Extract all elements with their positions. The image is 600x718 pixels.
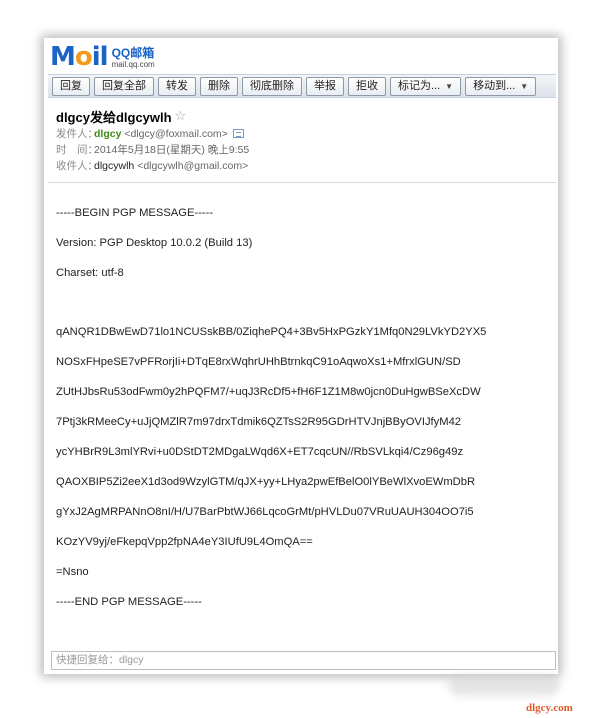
quick-reply-input[interactable]: 快捷回复给：dlgcy <box>51 651 556 670</box>
pgp-checksum-line: =Nsno <box>56 566 89 578</box>
delete-button[interactable]: 删除 <box>200 76 238 96</box>
pgp-charset-line: Charset: utf-8 <box>56 267 124 279</box>
reply-all-button[interactable]: 回复全部 <box>94 76 154 96</box>
reject-button[interactable]: 拒收 <box>348 76 386 96</box>
mail-body: -----BEGIN PGP MESSAGE----- Version: PGP… <box>56 198 556 617</box>
sender-name[interactable]: dlgcy <box>94 128 121 140</box>
pgp-data-line: ycYHBrR9L3mlYRvi+u0DStDT2MDgaLWqd6X+ET7c… <box>56 446 464 458</box>
pgp-data-line: qANQR1DBwEwD71lo1NCUSskBB/0ZiqhePQ4+3Bv5… <box>56 326 487 338</box>
mail-window: Moil QQ邮箱 mail.qq.com 回复 回复全部 转发 删除 彻底删除… <box>44 38 558 674</box>
move-to-label: 移动到... <box>473 79 516 92</box>
site-watermark: dlgcy.com <box>526 702 573 714</box>
star-icon[interactable]: ☆ <box>175 108 187 124</box>
recipient-row: 收件人：dlgcywlh <dlgcywlh@gmail.com> <box>56 158 552 174</box>
mark-as-dropdown[interactable]: 标记为... ▼ <box>390 76 462 96</box>
body-blank-line <box>56 288 556 317</box>
sender-label: 发件人： <box>56 128 98 140</box>
recipient-address: <dlgcywlh@gmail.com> <box>137 160 249 172</box>
sender-row: 发件人：dlgcy <dlgcy@foxmail.com> <box>56 126 552 142</box>
pgp-begin-line: -----BEGIN PGP MESSAGE----- <box>56 207 214 219</box>
logo-qq-text: QQ邮箱 <box>111 46 155 60</box>
permanent-delete-button[interactable]: 彻底删除 <box>242 76 302 96</box>
time-label: 时 间： <box>56 144 98 156</box>
recipient-label: 收件人： <box>56 160 98 172</box>
pgp-version-line: Version: PGP Desktop 10.0.2 (Build 13) <box>56 237 253 249</box>
qq-mail-logo[interactable]: Moil QQ邮箱 mail.qq.com <box>50 42 155 70</box>
mail-header: dlgcy发给dlgcywlh ☆ 发件人：dlgcy <dlgcy@foxma… <box>56 106 552 174</box>
report-button[interactable]: 举报 <box>306 76 344 96</box>
logo-wordmark: Moil <box>50 42 109 72</box>
forward-button[interactable]: 转发 <box>158 76 196 96</box>
header-divider <box>48 182 556 183</box>
blurred-watermark <box>448 676 560 696</box>
pgp-data-line: ZUtHJbsRu53odFwm0y2hPQFM7/+uqJ3RcDf5+fH6… <box>56 386 481 398</box>
logo-domain: mail.qq.com <box>111 60 155 69</box>
pgp-data-line: KOzYV9yj/eFkepqVpp2fpNA4eY3IUfU9L4OmQA== <box>56 536 313 548</box>
chevron-down-icon: ▼ <box>445 81 454 91</box>
time-row: 时 间：2014年5月18日(星期天) 晚上9:55 <box>56 142 552 158</box>
pgp-data-line: QAOXBIP5Zi2eeX1d3od9WzylGTM/qJX+yy+LHya2… <box>56 476 476 488</box>
mail-toolbar: 回复 回复全部 转发 删除 彻底删除 举报 拒收 标记为... ▼ 移动到... ▼ <box>48 74 556 98</box>
contact-card-icon[interactable] <box>232 129 244 138</box>
mail-subject: dlgcy发给dlgcywlh ☆ <box>56 106 552 126</box>
mark-as-label: 标记为... <box>398 79 441 92</box>
recipient-name[interactable]: dlgcywlh <box>94 160 134 172</box>
pgp-data-line: gYxJ2AgMRPANnO8nI/H/U7BarPbtWJ66LqcoGrMt… <box>56 506 474 518</box>
pgp-data-line: NOSxFHpeSE7vPFRorjIi+DTqE8rxWqhrUHhBtrnk… <box>56 356 461 368</box>
pgp-data-line: 7Ptj3kRMeeCy+uJjQMZlR7m97drxTdmik6QZTsS2… <box>56 416 462 428</box>
reply-button[interactable]: 回复 <box>52 76 90 96</box>
sender-address: <dlgcy@foxmail.com> <box>124 128 228 140</box>
time-value: 2014年5月18日(星期天) 晚上9:55 <box>94 144 250 156</box>
move-to-dropdown[interactable]: 移动到... ▼ <box>465 76 537 96</box>
pgp-end-line: -----END PGP MESSAGE----- <box>56 596 202 608</box>
chevron-down-icon: ▼ <box>520 81 529 91</box>
subject-text: dlgcy发给dlgcywlh <box>56 109 172 125</box>
